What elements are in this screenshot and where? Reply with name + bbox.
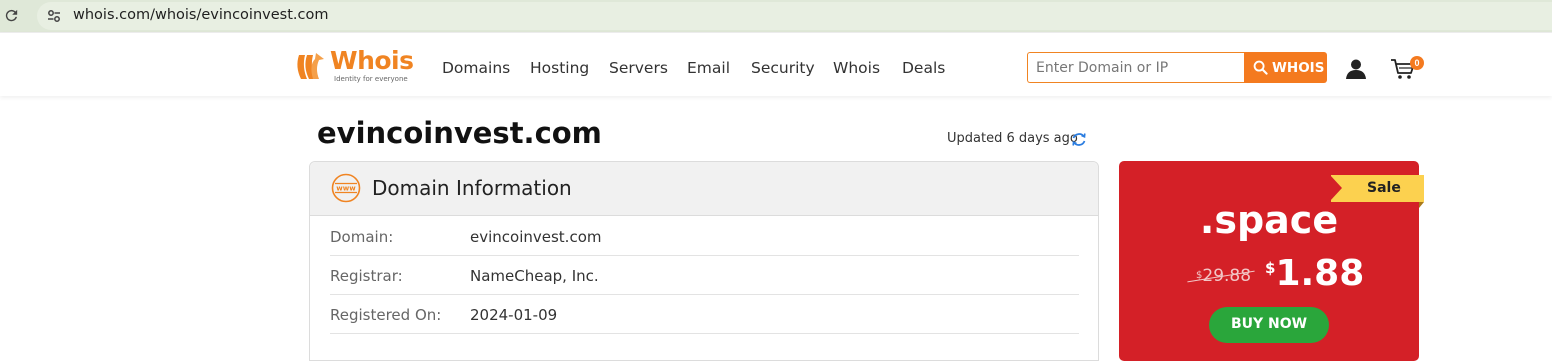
logo-mark-icon [297, 53, 324, 79]
domain-information-panel: www Domain Information Domain: evincoinv… [309, 161, 1099, 361]
logo-wordmark: Whois [330, 46, 414, 75]
updated-status: Updated 6 days ago [947, 131, 1078, 146]
www-icon: www [331, 173, 361, 203]
sale-badge-label: Sale [1367, 180, 1401, 196]
info-value: 2024-01-09 [470, 306, 558, 324]
refresh-icon[interactable] [1071, 131, 1087, 148]
new-price-currency: $ [1265, 259, 1276, 277]
account-icon[interactable] [1345, 58, 1367, 80]
info-value: evincoinvest.com [470, 228, 602, 246]
reload-icon[interactable] [3, 7, 20, 24]
domain-search-input[interactable] [1027, 52, 1245, 83]
nav-whois[interactable]: Whois [833, 59, 880, 77]
promo-tld: .space [1199, 198, 1339, 242]
nav-domains[interactable]: Domains [442, 59, 510, 77]
search-button-label: WHOIS [1272, 60, 1325, 76]
info-label: Domain: [330, 228, 394, 246]
nav-security[interactable]: Security [751, 59, 815, 77]
info-row-registered-on: Registered On: 2024-01-09 [330, 295, 1079, 334]
svg-text:www: www [336, 185, 356, 193]
info-row-domain: Domain: evincoinvest.com [330, 217, 1079, 256]
new-price: $1.88 [1265, 253, 1364, 294]
info-row-registrar: Registrar: NameCheap, Inc. [330, 256, 1079, 295]
nav-deals[interactable]: Deals [902, 59, 945, 77]
site-settings-icon[interactable] [46, 8, 62, 24]
cart-count-badge: 0 [1410, 56, 1424, 70]
browser-toolbar: whois.com/whois/evincoinvest.com [0, 0, 1552, 32]
nav-email[interactable]: Email [687, 59, 730, 77]
address-bar[interactable]: whois.com/whois/evincoinvest.com [37, 2, 1552, 30]
whois-logo[interactable]: Whois Identity for everyone [293, 46, 418, 85]
whois-search-button[interactable]: WHOIS [1244, 52, 1327, 83]
panel-title: Domain Information [372, 176, 572, 200]
site-header: Whois Identity for everyone Domains Host… [0, 32, 1552, 96]
info-label: Registrar: [330, 267, 403, 285]
panel-header: www Domain Information [310, 162, 1098, 216]
nav-hosting[interactable]: Hosting [530, 59, 589, 77]
page-title: evincoinvest.com [317, 116, 602, 150]
new-price-value: 1.88 [1275, 253, 1365, 294]
info-label: Registered On: [330, 306, 442, 324]
sale-ribbon-fold [1419, 202, 1424, 208]
nav-servers[interactable]: Servers [609, 59, 668, 77]
search-icon [1253, 60, 1268, 75]
url-text: whois.com/whois/evincoinvest.com [73, 7, 329, 23]
info-value: NameCheap, Inc. [470, 267, 599, 285]
logo-tagline: Identity for everyone [334, 75, 408, 83]
